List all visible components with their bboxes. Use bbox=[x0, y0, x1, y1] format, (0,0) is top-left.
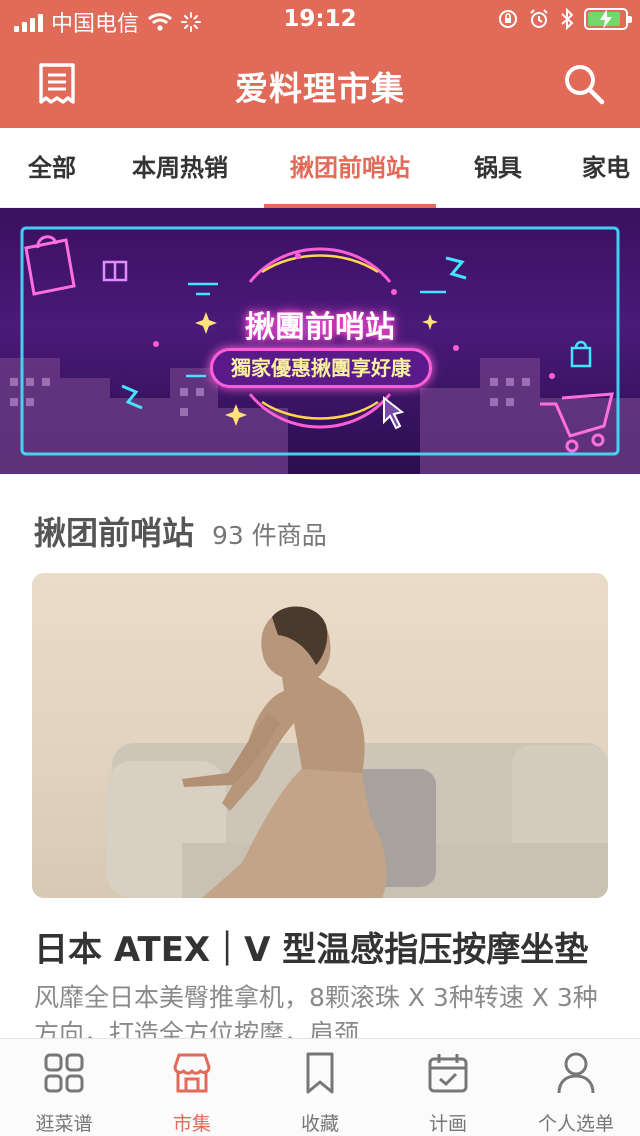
app-header: 爱料理市集 bbox=[0, 40, 640, 128]
product-photo bbox=[106, 606, 608, 898]
nav-recipes[interactable]: 逛菜谱 bbox=[0, 1039, 128, 1136]
search-icon[interactable] bbox=[562, 62, 606, 106]
status-bar: 中国电信 19:12 bbox=[0, 0, 640, 40]
nav-profile[interactable]: 个人选单 bbox=[512, 1039, 640, 1136]
battery-icon bbox=[584, 8, 632, 30]
nav-market[interactable]: 市集 bbox=[128, 1039, 256, 1136]
tab-group-buy[interactable]: 揪团前哨站 bbox=[264, 128, 436, 208]
bottom-nav: 逛菜谱 市集 收藏 计画 个人选单 bbox=[0, 1038, 640, 1136]
top-bar: 中国电信 19:12 爱料理市集 bbox=[0, 0, 640, 128]
nav-plan[interactable]: 计画 bbox=[384, 1039, 512, 1136]
calendar-icon bbox=[428, 1054, 468, 1093]
tab-weekly-hot[interactable]: 本周热销 bbox=[132, 128, 228, 208]
app-root: 中国电信 19:12 爱料理市集 全部 本周热销 揪团前哨站 锅具 家电 揪團前… bbox=[0, 0, 640, 1136]
tab-cookware[interactable]: 锅具 bbox=[474, 128, 522, 208]
bluetooth-icon bbox=[561, 8, 574, 30]
nav-favorites[interactable]: 收藏 bbox=[256, 1039, 384, 1136]
nav-label: 计画 bbox=[428, 1113, 467, 1135]
tab-appliances[interactable]: 家电 bbox=[582, 128, 630, 208]
alarm-icon bbox=[530, 9, 548, 28]
rotation-lock-icon bbox=[499, 10, 517, 28]
nav-label: 市集 bbox=[172, 1113, 211, 1135]
status-right bbox=[498, 8, 632, 30]
tab-all[interactable]: 全部 bbox=[28, 128, 76, 208]
promo-banner[interactable]: 揪團前哨站 獨家優惠揪團享好康 bbox=[0, 208, 640, 474]
section-count: 93 件商品 bbox=[212, 521, 327, 550]
app-title: 爱料理市集 bbox=[235, 69, 405, 108]
store-icon bbox=[173, 1053, 211, 1093]
nav-label: 个人选单 bbox=[537, 1113, 614, 1135]
category-tabs: 全部 本周热销 揪团前哨站 锅具 家电 bbox=[0, 128, 640, 208]
banner-subtitle: 獨家優惠揪團享好康 bbox=[210, 348, 432, 388]
user-icon bbox=[557, 1052, 595, 1094]
bookmark-icon bbox=[306, 1052, 334, 1094]
product-image[interactable] bbox=[32, 573, 608, 898]
section-header: 揪团前哨站 93 件商品 bbox=[34, 508, 327, 554]
section-title: 揪团前哨站 bbox=[34, 514, 195, 552]
product-title[interactable]: 日本 ATEX｜V 型温感指压按摩坐垫 bbox=[34, 922, 614, 971]
nav-label: 收藏 bbox=[300, 1113, 339, 1135]
banner-title: 揪團前哨站 bbox=[245, 310, 395, 345]
grid-icon bbox=[44, 1053, 84, 1093]
nav-label: 逛菜谱 bbox=[35, 1113, 93, 1135]
